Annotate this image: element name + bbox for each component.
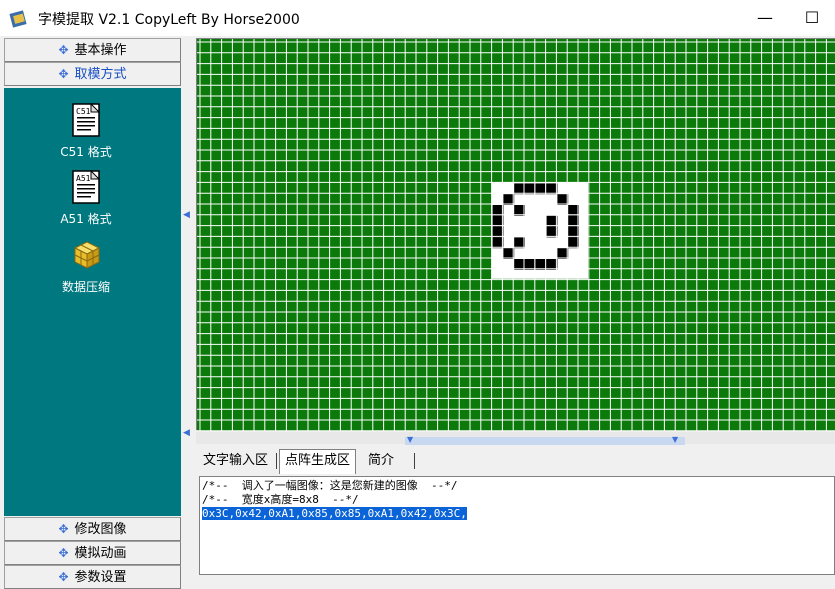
diamond-icon: ✥ (58, 546, 69, 560)
a51-format-tool[interactable]: A51 A51 格式 (26, 169, 146, 227)
bitmap-pixel[interactable] (546, 226, 558, 238)
pixel-grid[interactable] (197, 39, 835, 431)
sidebar: ✥ 基本操作 ✥ 取模方式 C51 C51 格式 A51 A51 格式 数据压缩… (4, 38, 181, 589)
bitmap-pixel[interactable] (514, 259, 525, 270)
output-comment-line: /*-- 调入了一幅图像：这是您新建的图像 --*/ (202, 479, 458, 492)
bitmap-pixel[interactable] (535, 259, 547, 270)
bitmap-pixel[interactable] (514, 205, 525, 216)
title-bar: 字模提取 V2.1 CopyLeft By Horse2000 — ☐ (0, 0, 835, 36)
bitmap-pixel[interactable] (535, 183, 547, 195)
diamond-icon: ✥ (58, 570, 69, 584)
sidebar-button-label: 基本操作 (74, 43, 127, 58)
app-icon (9, 10, 27, 28)
bitmap-pixel[interactable] (492, 205, 504, 216)
tab-matrix-output[interactable]: 点阵生成区 (279, 449, 357, 474)
sidebar-button-basic-ops[interactable]: ✥ 基本操作 (4, 38, 181, 62)
minimize-button[interactable]: — (742, 0, 788, 36)
c51-format-tool[interactable]: C51 C51 格式 (26, 102, 146, 160)
bitmap-canvas[interactable] (196, 38, 835, 431)
tool-panel: C51 C51 格式 A51 A51 格式 数据压缩 (4, 88, 181, 516)
collapse-left-icon[interactable]: ◀ (183, 428, 190, 438)
bitmap-pixel[interactable] (557, 194, 569, 205)
bitmap-pixel[interactable] (546, 215, 558, 227)
maximize-button[interactable]: ☐ (789, 0, 835, 36)
expand-down-icon[interactable]: ▼ (407, 435, 413, 444)
tab-separator (414, 453, 415, 469)
sidebar-button-label: 取模方式 (74, 67, 127, 82)
vertical-splitter[interactable] (181, 38, 196, 438)
bitmap-pixel[interactable] (492, 226, 504, 238)
bitmap-pixel[interactable] (514, 183, 525, 195)
bitmap-pixel[interactable] (546, 259, 558, 270)
bitmap-pixel[interactable] (492, 237, 504, 249)
output-tabs: 文字输入区 点阵生成区 简介 (196, 449, 835, 474)
tab-text-input[interactable]: 文字输入区 (198, 450, 273, 472)
collapse-left-icon[interactable]: ◀ (183, 210, 190, 220)
bitmap-pixel[interactable] (503, 194, 515, 205)
bitmap-pixel[interactable] (525, 259, 536, 270)
bitmap-pixel[interactable] (568, 226, 579, 238)
bitmap-pixel[interactable] (568, 237, 579, 249)
bitmap-pixel[interactable] (557, 248, 569, 259)
diamond-icon: ✥ (58, 67, 69, 81)
sidebar-button-settings[interactable]: ✥ 参数设置 (4, 565, 181, 589)
svg-text:A51: A51 (76, 174, 91, 183)
data-compress-tool[interactable]: 数据压缩 (26, 238, 146, 295)
splitter-grip[interactable] (405, 437, 685, 445)
tab-intro[interactable]: 简介 (363, 450, 399, 472)
bitmap-pixel[interactable] (492, 215, 504, 227)
tool-label: 数据压缩 (61, 280, 110, 294)
diamond-icon: ✥ (58, 43, 69, 57)
window-title: 字模提取 V2.1 CopyLeft By Horse2000 (38, 12, 300, 28)
a51-doc-icon: A51 (72, 169, 101, 204)
expand-down-icon[interactable]: ▼ (672, 435, 678, 444)
sidebar-button-label: 修改图像 (74, 522, 127, 537)
svg-text:C51: C51 (76, 107, 91, 116)
compress-icon (73, 241, 101, 269)
tool-label: A51 格式 (60, 212, 112, 226)
bitmap-pixel[interactable] (514, 237, 525, 249)
sidebar-button-animation[interactable]: ✥ 模拟动画 (4, 541, 181, 565)
output-hex-data[interactable]: 0x3C,0x42,0xA1,0x85,0x85,0xA1,0x42,0x3C, (202, 507, 467, 520)
diamond-icon: ✥ (58, 522, 69, 536)
bitmap-pixel[interactable] (568, 215, 579, 227)
tab-separator (276, 453, 277, 469)
sidebar-button-label: 参数设置 (74, 570, 127, 585)
output-size-line: /*-- 宽度x高度=8x8 --*/ (202, 493, 359, 506)
sidebar-button-edit-image[interactable]: ✥ 修改图像 (4, 517, 181, 541)
bitmap-pixel[interactable] (568, 205, 579, 216)
bitmap-pixel[interactable] (525, 183, 536, 195)
bitmap-pixel[interactable] (546, 183, 558, 195)
tool-label: C51 格式 (60, 145, 112, 159)
sidebar-button-mode[interactable]: ✥ 取模方式 (4, 62, 181, 86)
matrix-output-text[interactable]: /*-- 调入了一幅图像：这是您新建的图像 --*/ /*-- 宽度x高度=8x… (199, 476, 835, 575)
sidebar-button-label: 模拟动画 (74, 546, 127, 561)
c51-doc-icon: C51 (72, 102, 101, 137)
bitmap-pixel[interactable] (503, 248, 515, 259)
